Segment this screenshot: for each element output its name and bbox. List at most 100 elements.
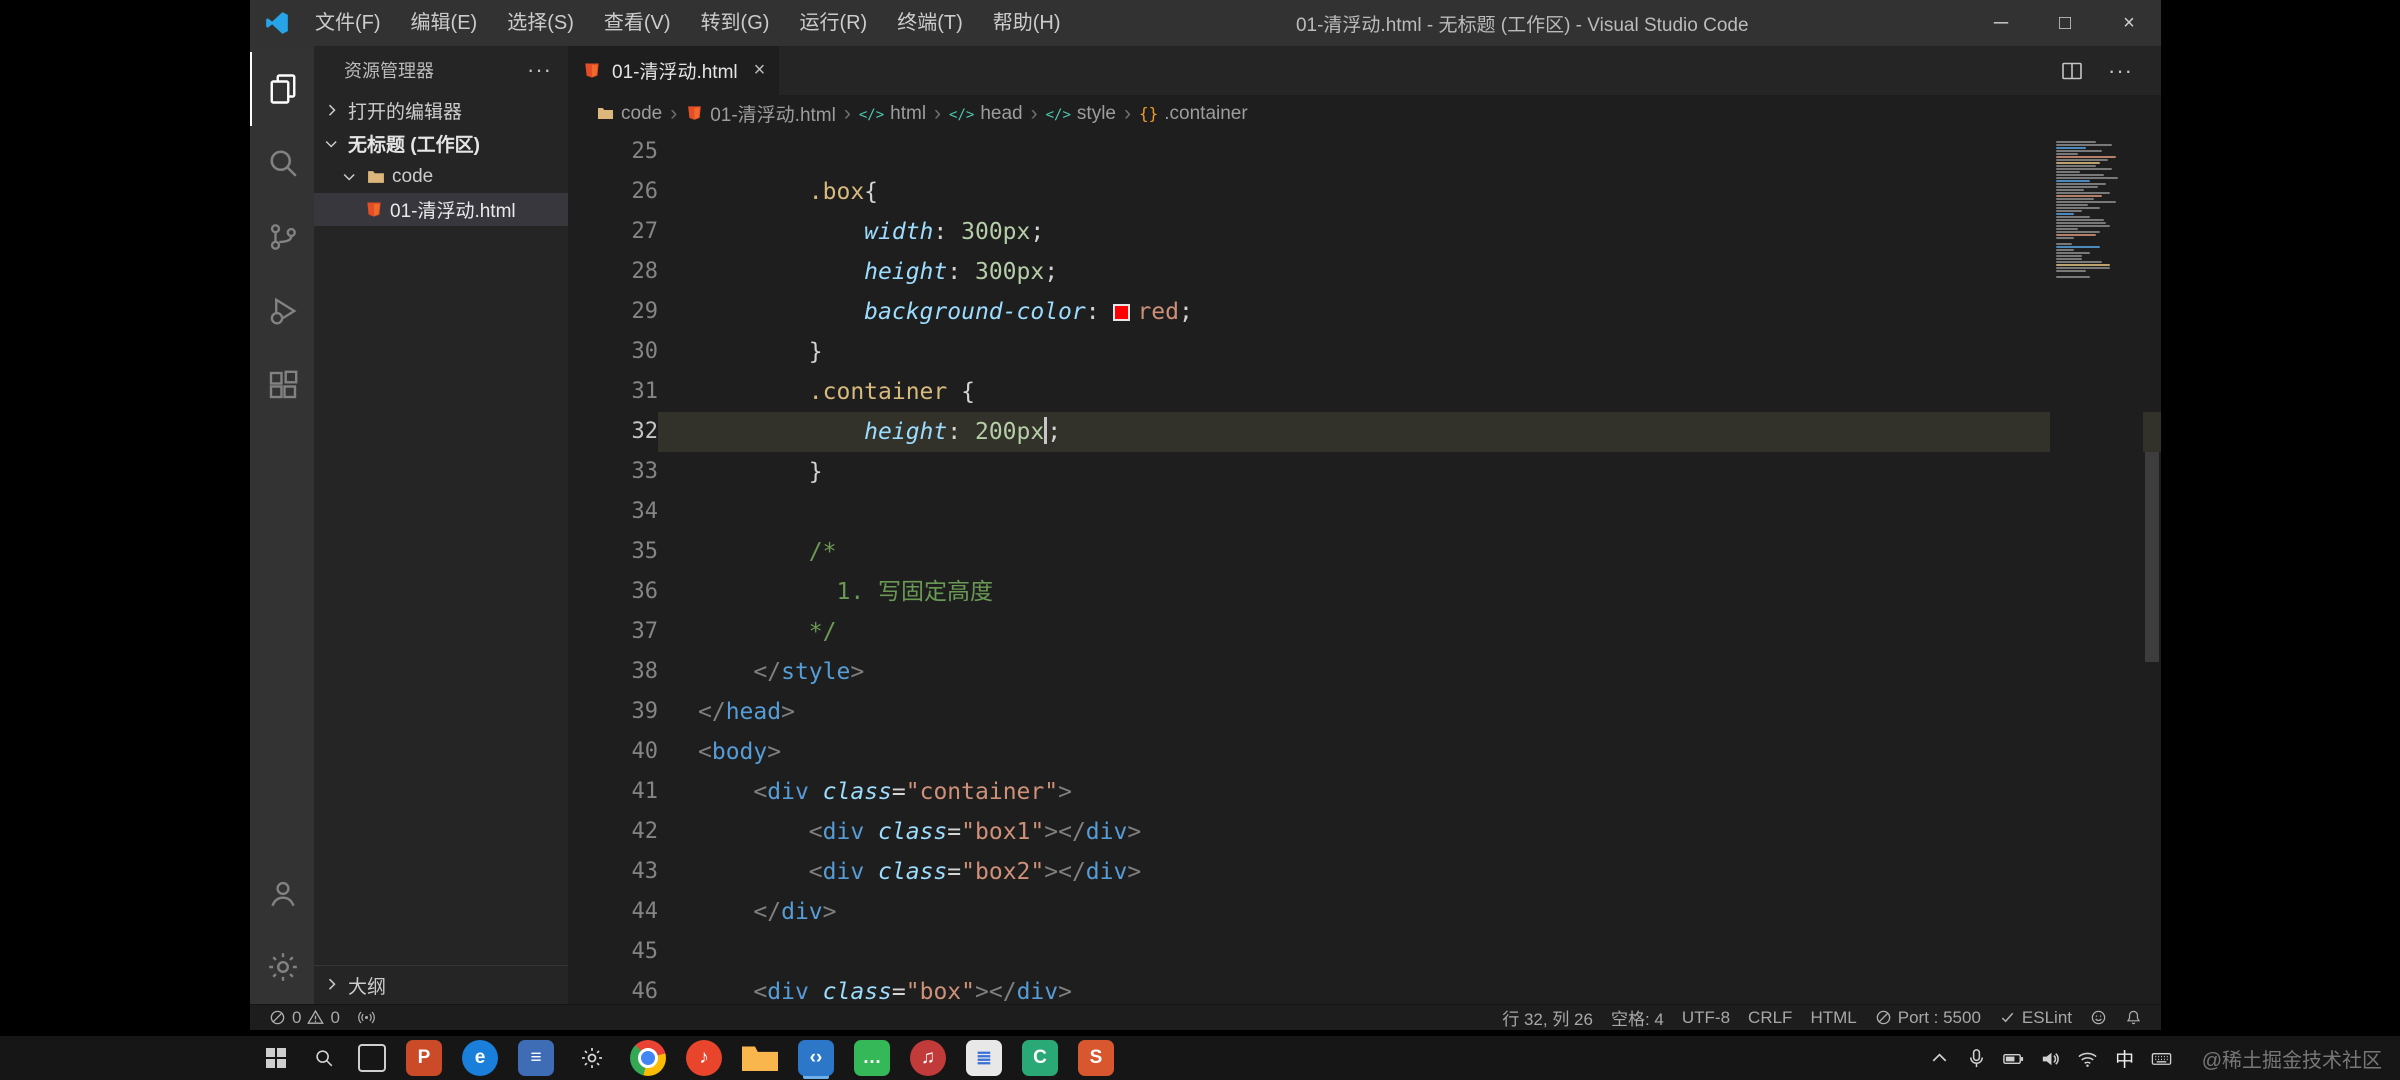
explorer-icon[interactable] bbox=[250, 52, 314, 126]
chevron-up-icon[interactable] bbox=[1928, 1047, 1952, 1070]
run-and-debug-icon[interactable] bbox=[250, 274, 314, 348]
maximize-button[interactable]: □ bbox=[2033, 0, 2097, 46]
breadcrumb-item[interactable]: {} .container bbox=[1139, 103, 1248, 125]
ports-indicator[interactable] bbox=[349, 1009, 384, 1026]
network-icon[interactable] bbox=[2076, 1047, 2100, 1070]
code-line-34[interactable]: 34 bbox=[568, 492, 2161, 532]
editor-actions: ··· bbox=[2060, 46, 2161, 95]
taskbar-app-music-player[interactable]: ♪ bbox=[686, 1040, 722, 1076]
volume-icon[interactable] bbox=[2039, 1047, 2063, 1070]
taskbar-app-powerpoint[interactable]: P bbox=[406, 1040, 442, 1076]
code-line-38[interactable]: 38 </style> bbox=[568, 652, 2161, 692]
breadcrumb-item[interactable]: </> style bbox=[1046, 103, 1116, 125]
menu-item[interactable]: 选择(S) bbox=[492, 0, 589, 46]
sidebar-item-file-html[interactable]: 01-清浮动.html bbox=[314, 193, 568, 226]
eslint-status[interactable]: ESLint bbox=[1990, 1008, 2081, 1028]
menu-item[interactable]: 文件(F) bbox=[300, 0, 396, 46]
search-icon[interactable] bbox=[250, 126, 314, 200]
cursor-position[interactable]: 行 32, 列 26 bbox=[1493, 1005, 1602, 1030]
tab-01-qingfudong-html[interactable]: 01-清浮动.html × bbox=[568, 46, 780, 95]
indentation[interactable]: 空格: 4 bbox=[1602, 1005, 1673, 1030]
settings-gear-icon[interactable] bbox=[250, 930, 314, 1004]
code-line-35[interactable]: 35 /* bbox=[568, 532, 2161, 572]
code-line-25[interactable]: 25 bbox=[568, 132, 2161, 172]
extensions-icon[interactable] bbox=[250, 348, 314, 422]
taskbar-app-green-c-app[interactable]: C bbox=[1022, 1040, 1058, 1076]
menu-item[interactable]: 帮助(H) bbox=[978, 0, 1076, 46]
taskbar-app-orange-editor-app[interactable]: S bbox=[1078, 1040, 1114, 1076]
folder-label: code bbox=[392, 165, 434, 187]
eol-sequence[interactable]: CRLF bbox=[1739, 1008, 1801, 1028]
taskbar-app-chrome[interactable] bbox=[630, 1040, 666, 1076]
ime-icon[interactable]: 中 bbox=[2113, 1045, 2137, 1072]
keyboard-icon[interactable] bbox=[2150, 1047, 2174, 1070]
feedback[interactable] bbox=[2081, 1009, 2116, 1026]
code-line-27[interactable]: 27 width: 300px; bbox=[568, 212, 2161, 252]
breadcrumb-item[interactable]: </> head bbox=[949, 103, 1023, 125]
code-line-41[interactable]: 41 <div class="container"> bbox=[568, 772, 2161, 812]
code-line-42[interactable]: 42 <div class="box1"></div> bbox=[568, 812, 2161, 852]
code-line-45[interactable]: 45 bbox=[568, 932, 2161, 972]
live-server-port[interactable]: Port : 5500 bbox=[1866, 1008, 1990, 1028]
language-mode[interactable]: HTML bbox=[1801, 1008, 1865, 1028]
problems-indicator[interactable]: 0 0 bbox=[260, 1008, 349, 1028]
chevron-down-icon bbox=[340, 167, 360, 187]
css-color-swatch-red[interactable] bbox=[1113, 304, 1131, 321]
battery-icon[interactable] bbox=[2002, 1047, 2026, 1070]
menu-item[interactable]: 终端(T) bbox=[882, 0, 978, 46]
editor-more-actions-icon[interactable]: ··· bbox=[2108, 58, 2133, 84]
open-editors-section[interactable]: 打开的编辑器 bbox=[314, 94, 568, 127]
more-actions-icon[interactable]: ··· bbox=[527, 57, 552, 83]
taskbar-app-task-view[interactable] bbox=[358, 1044, 386, 1072]
source-control-icon[interactable] bbox=[250, 200, 314, 274]
notifications[interactable] bbox=[2116, 1009, 2151, 1026]
code-line-37[interactable]: 37 */ bbox=[568, 612, 2161, 652]
tab-close-icon[interactable]: × bbox=[754, 59, 766, 82]
breadcrumb-item[interactable]: </> html bbox=[859, 103, 926, 125]
code-line-43[interactable]: 43 <div class="box2"></div> bbox=[568, 852, 2161, 892]
account-icon[interactable] bbox=[250, 856, 314, 930]
code-line-33[interactable]: 33 } bbox=[568, 452, 2161, 492]
encoding[interactable]: UTF-8 bbox=[1673, 1008, 1739, 1028]
close-button[interactable]: × bbox=[2097, 0, 2161, 46]
code-line-46[interactable]: 46 <div class="box"></div> bbox=[568, 972, 2161, 1004]
taskbar-app-edge-browser[interactable]: e bbox=[462, 1040, 498, 1076]
code-line-40[interactable]: 40 <body> bbox=[568, 732, 2161, 772]
taskbar-app-file-explorer[interactable] bbox=[742, 1046, 778, 1071]
sidebar-item-folder-code[interactable]: code bbox=[314, 160, 568, 193]
start-button[interactable] bbox=[252, 1036, 300, 1080]
taskbar-app-red-circle-app[interactable]: ♫ bbox=[910, 1040, 946, 1076]
code-line-36[interactable]: 36 1. 写固定高度 bbox=[568, 572, 2161, 612]
code-editor[interactable]: 25 26 .box{27 width: 300px; 28 height: 300… bbox=[568, 132, 2161, 1004]
taskbar-search-icon[interactable] bbox=[300, 1036, 348, 1080]
menu-item[interactable]: 编辑(E) bbox=[396, 0, 493, 46]
taskbar-app-vscode[interactable]: ‹› bbox=[798, 1040, 834, 1076]
breadcrumb-label: .container bbox=[1164, 102, 1248, 124]
code-line-44[interactable]: 44 </div> bbox=[568, 892, 2161, 932]
menu-item[interactable]: 查看(V) bbox=[589, 0, 686, 46]
symbol-icon: </> bbox=[858, 106, 885, 123]
taskbar-app-settings[interactable] bbox=[574, 1040, 610, 1076]
taskbar-app-wechat[interactable]: … bbox=[854, 1040, 890, 1076]
code-line-31[interactable]: 31 .container { bbox=[568, 372, 2161, 412]
scrollbar-thumb[interactable] bbox=[2145, 452, 2159, 662]
menu-item[interactable]: 转到(G) bbox=[686, 0, 785, 46]
workspace-section[interactable]: 无标题 (工作区) bbox=[314, 127, 568, 160]
split-editor-icon[interactable] bbox=[2060, 59, 2084, 83]
code-line-26[interactable]: 26 .box{ bbox=[568, 172, 2161, 212]
taskbar-app-notes-app[interactable]: ≣ bbox=[966, 1040, 1002, 1076]
minimap[interactable] bbox=[2050, 132, 2143, 1004]
menu-item[interactable]: 运行(R) bbox=[784, 0, 882, 46]
breadcrumb-item[interactable]: 01-清浮动.html bbox=[685, 100, 836, 127]
code-line-39[interactable]: 39 </head> bbox=[568, 692, 2161, 732]
breadcrumb-item[interactable]: code bbox=[596, 103, 662, 125]
code-line-29[interactable]: 29 background-color: red; bbox=[568, 292, 2161, 332]
minimize-button[interactable]: ─ bbox=[1969, 0, 2033, 46]
code-line-32[interactable]: 32 height: 200px; bbox=[568, 412, 2161, 452]
code-line-28[interactable]: 28 height: 300px; bbox=[568, 252, 2161, 292]
breadcrumb-label: head bbox=[980, 102, 1023, 124]
mic-icon[interactable] bbox=[1965, 1047, 1989, 1070]
outline-section[interactable]: 大纲 bbox=[314, 965, 568, 1004]
taskbar-app-notebook[interactable]: ≡ bbox=[518, 1040, 554, 1076]
code-line-30[interactable]: 30 } bbox=[568, 332, 2161, 372]
